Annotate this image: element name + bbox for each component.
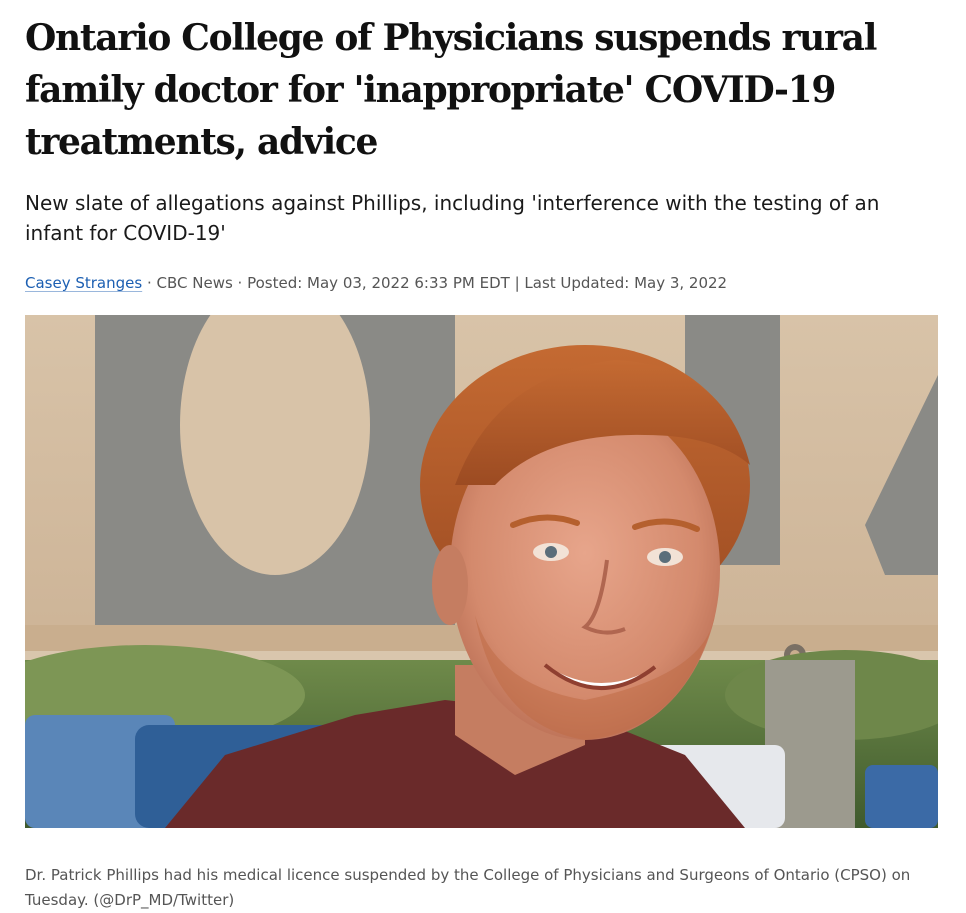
byline: Casey Stranges · CBC News · Posted: May … [25, 272, 727, 294]
byline-separator: | [509, 274, 525, 292]
article: Ontario College of Physicians suspends r… [25, 0, 941, 909]
byline-separator: · [232, 274, 248, 292]
article-headline: Ontario College of Physicians suspends r… [25, 17, 877, 163]
byline-separator: · [142, 274, 157, 292]
photo-illustration [25, 315, 938, 828]
author-link[interactable]: Casey Stranges [25, 274, 142, 292]
article-photo[interactable] [25, 315, 938, 828]
byline-outlet: CBC News [156, 274, 233, 292]
article-deck: New slate of allegations against Phillip… [25, 191, 880, 245]
byline-posted-date: Posted: May 03, 2022 6:33 PM EDT [247, 274, 510, 292]
byline-updated-date: Last Updated: May 3, 2022 [524, 274, 728, 292]
